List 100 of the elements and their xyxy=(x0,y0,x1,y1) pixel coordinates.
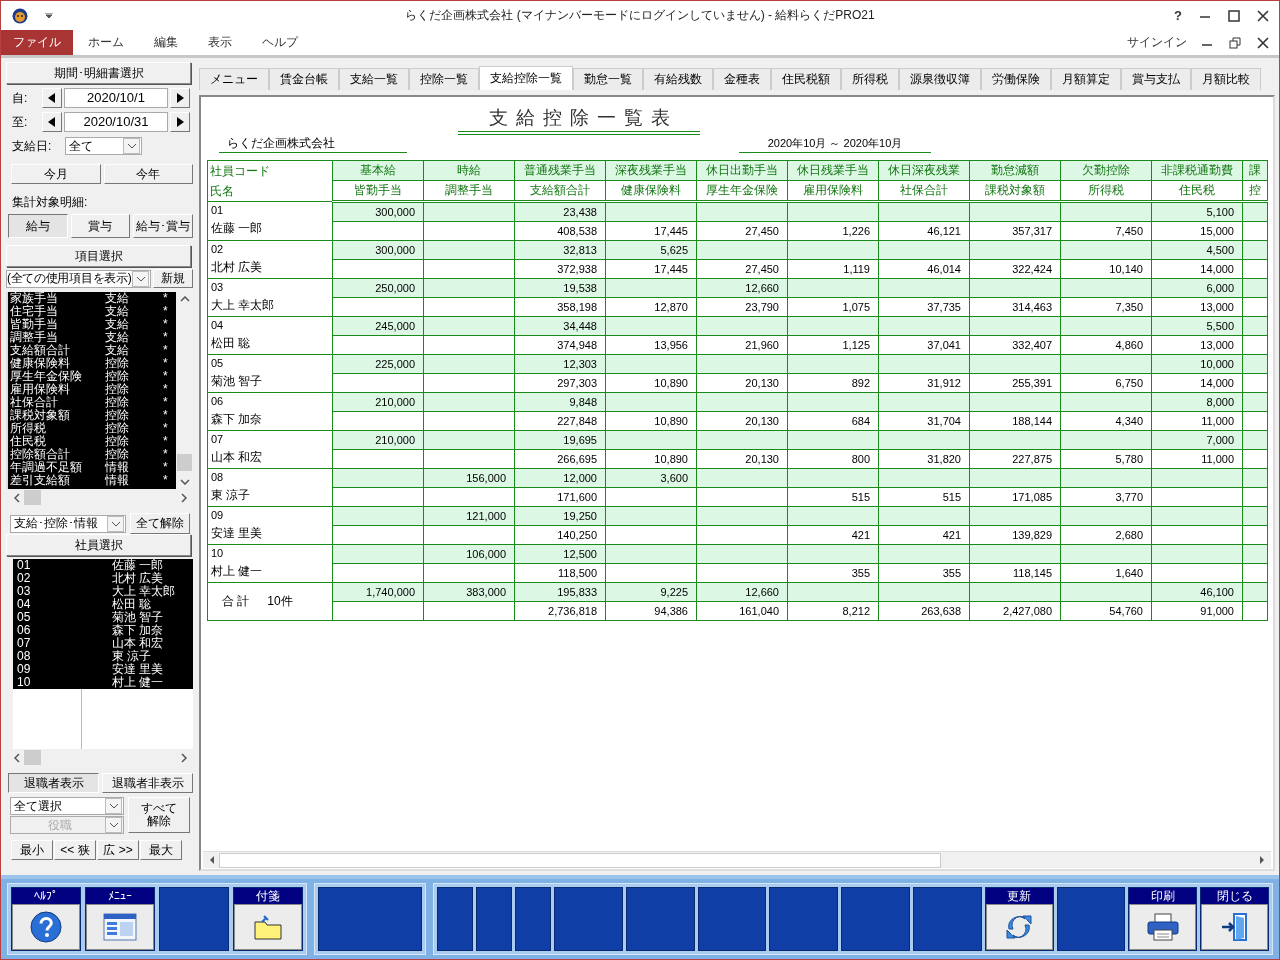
new-button[interactable]: 新規 xyxy=(153,269,193,288)
header-cell: 休日残業手当 xyxy=(787,160,879,181)
function-key[interactable]: 閉じる xyxy=(1200,887,1269,951)
target-toggle[interactable]: 賞与 xyxy=(70,214,130,238)
chevron-up-icon[interactable] xyxy=(179,296,190,302)
next-button[interactable] xyxy=(170,88,190,108)
employee-list-row[interactable]: 02 北村 広美 xyxy=(13,572,193,585)
function-key[interactable]: 更新 xyxy=(984,887,1054,951)
table-cell: 23,438 xyxy=(514,201,606,222)
zoom-button[interactable]: << 狭 xyxy=(54,840,96,860)
chevron-down-icon[interactable] xyxy=(179,479,190,485)
menu-item[interactable]: ホーム xyxy=(73,30,139,55)
maximize-icon[interactable] xyxy=(1228,9,1240,22)
employee-list-row[interactable]: 07 山本 和宏 xyxy=(13,637,193,650)
employee-cell: 09 安達 里美 xyxy=(207,506,333,545)
employee-list-row[interactable]: 05 菊池 智子 xyxy=(13,611,193,624)
chevron-down-icon xyxy=(108,822,119,828)
sign-in-link[interactable]: サインイン xyxy=(1127,34,1187,51)
scrollbar-thumb[interactable] xyxy=(177,454,193,471)
zoom-button[interactable]: 最小 xyxy=(11,840,53,860)
tab[interactable]: 勤怠一覧 xyxy=(573,68,643,90)
previous-button[interactable] xyxy=(42,88,62,108)
app-icon[interactable] xyxy=(12,7,28,24)
employee-list-row[interactable]: 01 佐藤 一郎 xyxy=(13,559,193,572)
tab[interactable]: 所得税 xyxy=(841,68,899,90)
restore-icon[interactable] xyxy=(1229,36,1241,49)
to-date-field[interactable]: 2020/10/31 xyxy=(64,112,168,132)
tab[interactable]: 賃金台帳 xyxy=(269,68,339,90)
chevron-right-icon[interactable] xyxy=(181,492,187,503)
horizontal-scrollbar[interactable] xyxy=(203,851,1271,868)
chevron-right-icon[interactable] xyxy=(181,752,187,763)
next-button[interactable] xyxy=(170,112,190,132)
function-key[interactable]: ﾍﾙﾌﾟ xyxy=(11,887,81,951)
close-icon[interactable] xyxy=(1257,9,1269,22)
tab[interactable]: 月額算定 xyxy=(1051,68,1121,90)
tab[interactable]: 支給一覧 xyxy=(339,68,409,90)
menu-item[interactable]: 編集 xyxy=(139,30,193,55)
close-icon[interactable] xyxy=(1257,36,1269,49)
previous-button[interactable] xyxy=(42,112,62,132)
tab[interactable]: 賞与支払 xyxy=(1121,68,1191,90)
target-toggle[interactable]: 給与 xyxy=(8,214,68,238)
table-cell: 14,000 xyxy=(1151,259,1243,279)
scrollbar-thumb[interactable] xyxy=(219,852,941,868)
empty-function-key[interactable] xyxy=(1056,887,1126,951)
triangle-left-icon[interactable] xyxy=(209,855,215,865)
period-button[interactable]: 今年 xyxy=(103,164,193,184)
employee-cell: 02 北村 広美 xyxy=(207,240,333,279)
function-key[interactable]: 付箋 xyxy=(233,887,303,951)
menu-item[interactable]: ファイル xyxy=(1,30,73,55)
employee-list-row[interactable]: 06 森下 加奈 xyxy=(13,624,193,637)
table-cell: 37,041 xyxy=(878,335,970,355)
tab[interactable]: 有給残数 xyxy=(643,68,713,90)
tab[interactable]: 労働保険 xyxy=(981,68,1051,90)
header-cell: 深夜残業手当 xyxy=(605,160,697,181)
employee-list-row[interactable]: 04 松田 聡 xyxy=(13,598,193,611)
tab[interactable]: 源泉徴収簿 xyxy=(899,68,981,90)
employee-list-row[interactable]: 09 安達 里美 xyxy=(13,663,193,676)
tab[interactable]: 住民税額 xyxy=(771,68,841,90)
select-dropdown[interactable]: 全て選択 xyxy=(10,797,124,815)
item-name: 差引支給額 xyxy=(9,474,70,487)
item-section-header[interactable]: 項目選択 xyxy=(6,245,191,267)
table-cell xyxy=(1242,563,1268,583)
triangle-right-icon[interactable] xyxy=(1259,855,1265,865)
category-dropdown[interactable]: 支給･控除･情報 xyxy=(10,514,126,533)
tab[interactable]: 金種表 xyxy=(713,68,771,90)
employee-list-row[interactable]: 03 大上 幸太郎 xyxy=(13,585,193,598)
target-toggle[interactable]: 給与･賞与 xyxy=(133,214,193,238)
zoom-button[interactable]: 最大 xyxy=(140,840,182,860)
chevron-left-icon[interactable] xyxy=(14,492,20,503)
empty-function-key[interactable] xyxy=(697,887,767,951)
item-name: 支給額合計 xyxy=(9,344,71,357)
tab[interactable]: 月額比較 xyxy=(1191,68,1261,90)
menu-item[interactable]: ヘルプ xyxy=(247,30,313,55)
from-date-field[interactable]: 2020/10/1 xyxy=(64,88,168,108)
employee-list-row[interactable]: 10 村上 健一 xyxy=(13,676,193,689)
help-button[interactable]: ? xyxy=(1174,8,1182,23)
function-key[interactable]: ﾒﾆｭｰ xyxy=(85,887,155,951)
employee-cell: 01 佐藤 一郎 xyxy=(207,201,333,241)
item-filter-dropdown[interactable]: (全ての使用項目を表示) xyxy=(6,269,151,288)
chevron-left-icon[interactable] xyxy=(14,752,20,763)
clear-all-button[interactable]: 全て解除 xyxy=(130,513,190,534)
retired-toggle[interactable]: 退職者表示 xyxy=(8,773,99,793)
employee-list-row[interactable]: 08 東 涼子 xyxy=(13,650,193,663)
scrollbar-thumb[interactable] xyxy=(24,750,41,765)
payday-dropdown[interactable]: 全て xyxy=(65,137,142,155)
period-section-header[interactable]: 期間･明細書選択 xyxy=(6,62,191,84)
item-mark: * xyxy=(163,357,169,370)
item-mark: * xyxy=(163,422,169,435)
zoom-button[interactable]: 広 >> xyxy=(97,840,139,860)
tab[interactable]: メニュー xyxy=(199,68,269,90)
function-key[interactable]: 印刷 xyxy=(1128,887,1198,951)
retired-toggle[interactable]: 退職者非表示 xyxy=(102,773,193,793)
scrollbar-thumb[interactable] xyxy=(24,490,41,505)
clear-all-button[interactable]: すべて解除 xyxy=(128,797,190,833)
tab[interactable]: 控除一覧 xyxy=(409,68,479,90)
period-button[interactable]: 今月 xyxy=(11,164,101,184)
employee-section-header[interactable]: 社員選択 xyxy=(6,534,191,556)
tab[interactable]: 支給控除一覧 xyxy=(479,66,573,90)
menu-item[interactable]: 表示 xyxy=(193,30,247,55)
caret-icon[interactable] xyxy=(45,12,53,19)
